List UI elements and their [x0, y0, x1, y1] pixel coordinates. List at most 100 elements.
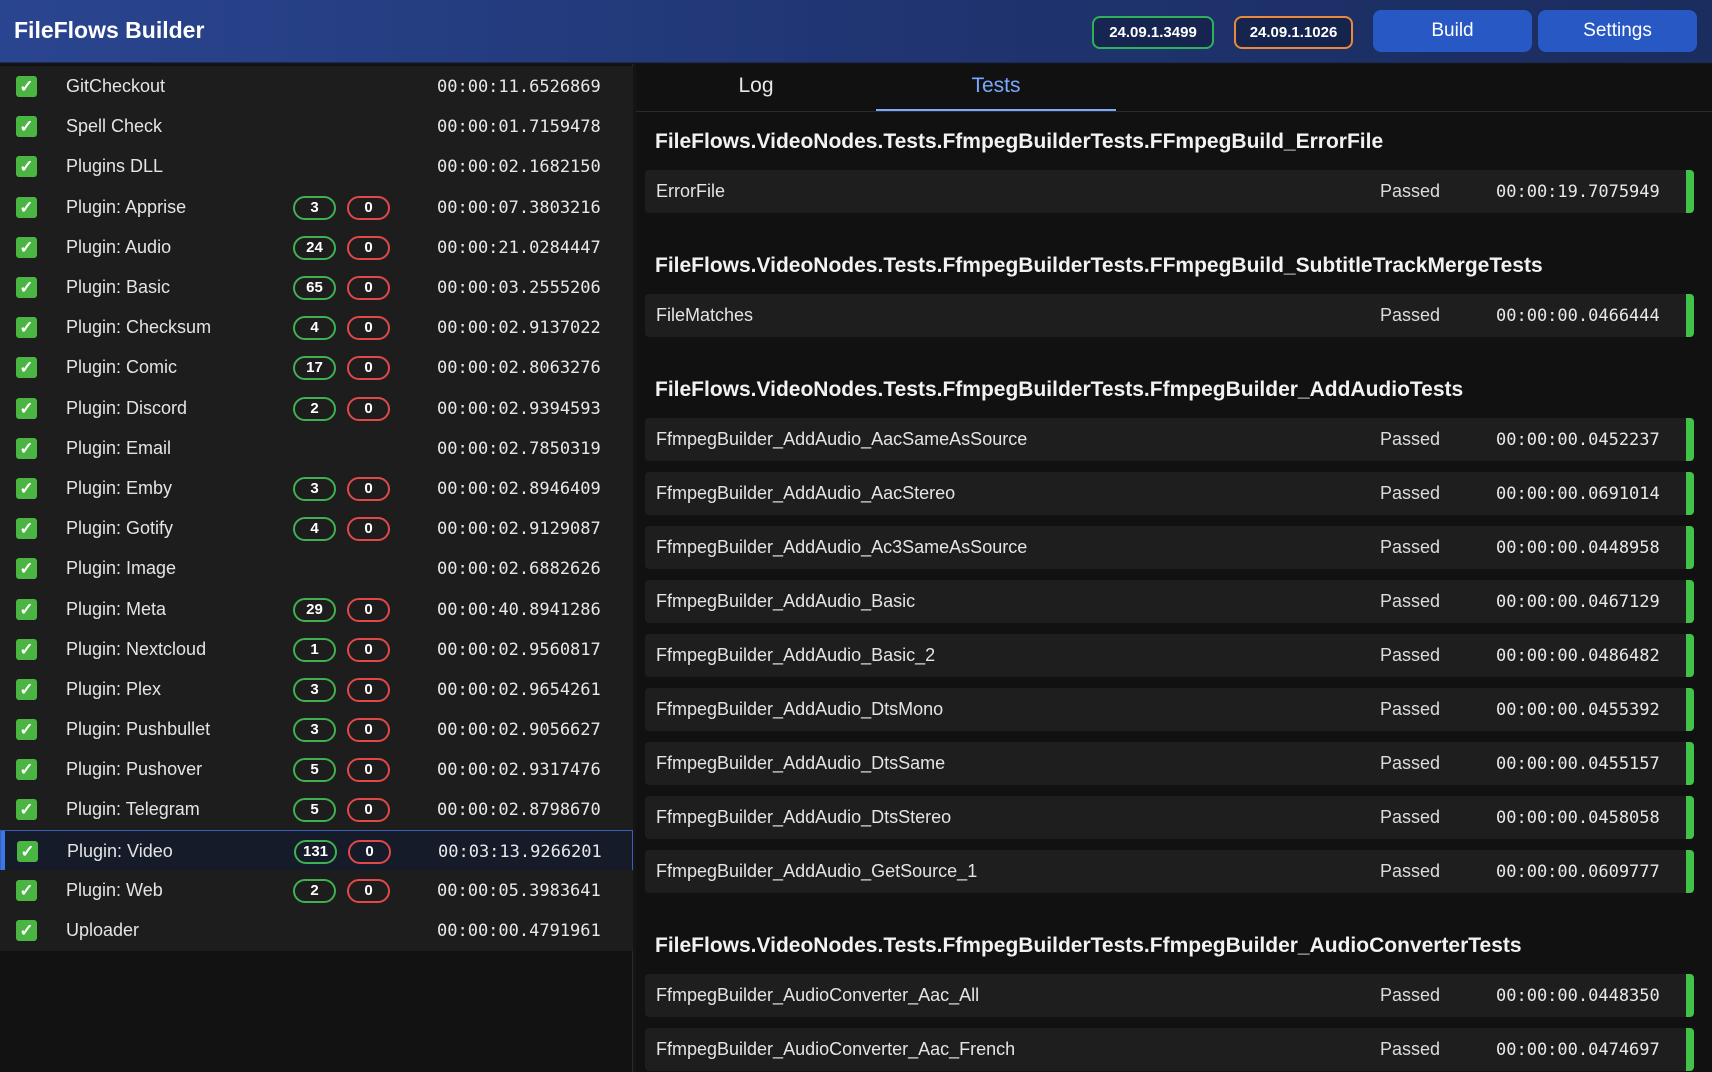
build-step-row[interactable]: ✓ Plugin: Pushbullet 3 0 00:00:02.9056627 [0, 709, 633, 750]
test-group-title: FileFlows.VideoNodes.Tests.FfmpegBuilder… [655, 934, 1522, 957]
app-title: FileFlows Builder [14, 17, 205, 43]
build-step-row[interactable]: ✓ Uploader 00:00:00.4791961 [0, 910, 633, 951]
tab-divider [636, 111, 1712, 112]
pass-indicator-bar [1686, 580, 1694, 623]
test-row[interactable]: FileMatches Passed 00:00:00.0466444 [645, 294, 1694, 337]
build-step-duration: 00:00:02.9129087 [437, 519, 601, 539]
test-duration: 00:00:00.0455392 [1496, 700, 1660, 720]
check-icon: ✓ [16, 317, 37, 338]
build-button[interactable]: Build [1373, 10, 1532, 52]
test-row[interactable]: FfmpegBuilder_AddAudio_Basic_2 Passed 00:0… [645, 634, 1694, 677]
build-step-row[interactable]: ✓ Plugin: Apprise 3 0 00:00:07.3803216 [0, 187, 633, 228]
failed-count-badge: 0 [348, 840, 391, 864]
build-step-name: Plugin: Gotify [66, 518, 174, 538]
build-step-name: Plugin: Pushbullet [66, 719, 211, 739]
pass-indicator-bar [1686, 1028, 1694, 1071]
test-duration: 00:00:00.0486482 [1496, 646, 1660, 666]
build-step-name: Plugins DLL [66, 156, 164, 176]
failed-count-badge: 0 [347, 517, 390, 541]
test-duration: 00:00:00.0609777 [1496, 862, 1660, 882]
build-step-duration: 00:00:02.9654261 [437, 680, 601, 700]
check-icon: ✓ [16, 197, 37, 218]
test-duration: 00:00:00.0452237 [1496, 430, 1660, 450]
test-row[interactable]: FfmpegBuilder_AddAudio_Ac3SameAsSource Pa… [645, 526, 1694, 569]
failed-count-badge: 0 [347, 638, 390, 662]
failed-count-badge: 0 [347, 678, 390, 702]
build-step-row[interactable]: ✓ Plugin: Checksum 4 0 00:00:02.9137022 [0, 307, 633, 348]
test-status: Passed [1380, 753, 1441, 773]
test-group-title: FileFlows.VideoNodes.Tests.FfmpegBuilder… [655, 378, 1464, 401]
test-duration: 00:00:00.0455157 [1496, 754, 1660, 774]
build-step-name: Plugin: Meta [66, 599, 167, 619]
check-icon: ✓ [16, 518, 37, 539]
test-row[interactable]: FfmpegBuilder_AddAudio_DtsSame Passed 00:0… [645, 742, 1694, 785]
build-step-row[interactable]: ✓ Plugin: Basic 65 0 00:00:03.2555206 [0, 267, 633, 308]
build-step-duration: 00:00:01.7159478 [437, 117, 601, 137]
tab-log[interactable]: Log [636, 64, 876, 111]
build-step-row[interactable]: ✓ Plugins DLL 00:00:02.1682150 [0, 146, 633, 187]
check-icon: ✓ [16, 639, 37, 660]
build-step-duration: 00:00:02.9056627 [437, 720, 601, 740]
build-step-row[interactable]: ✓ Plugin: Pushover 5 0 00:00:02.9317476 [0, 749, 633, 790]
test-row[interactable]: ErrorFile Passed 00:00:19.7075949 [645, 170, 1694, 213]
build-step-row[interactable]: ✓ Plugin: Plex 3 0 00:00:02.9654261 [0, 669, 633, 710]
test-row[interactable]: FfmpegBuilder_AddAudio_AacStereo Passed 00… [645, 472, 1694, 515]
check-icon: ✓ [16, 599, 37, 620]
build-step-row[interactable]: ✓ Spell Check 00:00:01.7159478 [0, 106, 633, 147]
build-step-name: Plugin: Telegram [66, 799, 200, 819]
build-step-row[interactable]: ✓ Plugin: Discord 2 0 00:00:02.9394593 [0, 388, 633, 429]
test-row[interactable]: FfmpegBuilder_AddAudio_GetSource_1 Passed… [645, 850, 1694, 893]
pass-indicator-bar [1686, 850, 1694, 893]
pass-indicator-bar [1686, 634, 1694, 677]
build-step-duration: 00:00:02.1682150 [437, 157, 601, 177]
passed-count-badge: 5 [293, 798, 336, 822]
passed-count-badge: 3 [293, 477, 336, 501]
failed-count-badge: 0 [347, 356, 390, 380]
test-row[interactable]: FfmpegBuilder_AddAudio_AacSameAsSource Pa… [645, 418, 1694, 461]
test-status: Passed [1380, 1039, 1441, 1059]
build-step-name: Plugin: Discord [66, 398, 188, 418]
passed-count-badge: 24 [293, 236, 336, 260]
test-status: Passed [1380, 861, 1441, 881]
build-step-row[interactable]: ✓ Plugin: Emby 3 0 00:00:02.8946409 [0, 468, 633, 509]
build-step-row[interactable]: ✓ Plugin: Image 00:00:02.6882626 [0, 548, 633, 589]
build-step-duration: 00:00:02.9317476 [437, 760, 601, 780]
pass-indicator-bar [1686, 742, 1694, 785]
passed-count-badge: 3 [293, 678, 336, 702]
check-icon: ✓ [16, 237, 37, 258]
settings-button[interactable]: Settings [1538, 10, 1697, 52]
build-step-name: Spell Check [66, 116, 163, 136]
build-step-duration: 00:00:21.0284447 [437, 238, 601, 258]
build-step-duration: 00:00:40.8941286 [437, 600, 601, 620]
passed-count-badge: 29 [293, 598, 336, 622]
build-step-row[interactable]: ✓ Plugin: Nextcloud 1 0 00:00:02.9560817 [0, 629, 633, 670]
check-icon: ✓ [16, 357, 37, 378]
test-name: FfmpegBuilder_AddAudio_DtsMono [656, 699, 944, 719]
build-step-row[interactable]: ✓ Plugin: Audio 24 0 00:00:21.0284447 [0, 227, 633, 268]
test-status: Passed [1380, 699, 1441, 719]
build-step-row[interactable]: ✓ Plugin: Video 131 0 00:03:13.9266201 [0, 830, 633, 871]
pass-indicator-bar [1686, 170, 1694, 213]
build-step-row[interactable]: ✓ Plugin: Gotify 4 0 00:00:02.9129087 [0, 508, 633, 549]
build-step-row[interactable]: ✓ Plugin: Telegram 5 0 00:00:02.8798670 [0, 789, 633, 830]
failed-count-badge: 0 [347, 397, 390, 421]
test-row[interactable]: FfmpegBuilder_AudioConverter_Aac_French P… [645, 1028, 1694, 1071]
app-header: FileFlows Builder 24.09.1.3499 24.09.1.1… [0, 0, 1712, 63]
build-step-row[interactable]: ✓ GitCheckout 00:00:11.6526869 [0, 66, 633, 107]
tab-tests[interactable]: Tests [876, 64, 1116, 111]
build-step-row[interactable]: ✓ Plugin: Email 00:00:02.7850319 [0, 428, 633, 469]
check-icon: ✓ [17, 841, 38, 862]
pass-indicator-bar [1686, 472, 1694, 515]
test-row[interactable]: FfmpegBuilder_AddAudio_DtsStereo Passed 00… [645, 796, 1694, 839]
build-step-row[interactable]: ✓ Plugin: Web 2 0 00:00:05.3983641 [0, 870, 633, 911]
build-step-row[interactable]: ✓ Plugin: Comic 17 0 00:00:02.8063276 [0, 347, 633, 388]
build-step-duration: 00:00:02.8946409 [437, 479, 601, 499]
passed-count-badge: 17 [293, 356, 336, 380]
test-status: Passed [1380, 985, 1441, 1005]
check-icon: ✓ [16, 799, 37, 820]
test-row[interactable]: FfmpegBuilder_AddAudio_DtsMono Passed 00:0… [645, 688, 1694, 731]
test-row[interactable]: FfmpegBuilder_AddAudio_Basic Passed 00:00:… [645, 580, 1694, 623]
build-step-row[interactable]: ✓ Plugin: Meta 29 0 00:00:40.8941286 [0, 589, 633, 630]
build-step-name: Plugin: Emby [66, 478, 173, 498]
test-row[interactable]: FfmpegBuilder_AudioConverter_Aac_All Pass… [645, 974, 1694, 1017]
